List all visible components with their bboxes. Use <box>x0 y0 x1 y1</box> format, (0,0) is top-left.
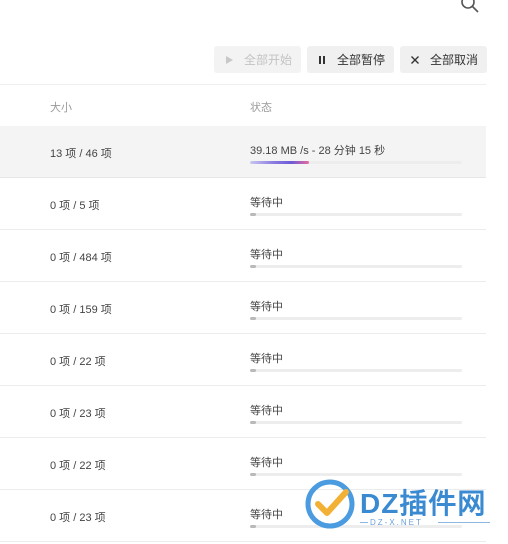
progress-bar <box>250 161 462 164</box>
progress-fill <box>250 317 257 320</box>
progress-fill <box>250 265 257 268</box>
progress-fill <box>250 421 257 424</box>
column-header-status[interactable]: 状态 <box>250 99 272 115</box>
status-cell: 等待中 <box>250 405 283 417</box>
status-cell: 39.18 MB /s - 28 分钟 15 秒 <box>250 145 386 157</box>
progress-bar <box>250 265 462 268</box>
pause-icon <box>315 53 329 67</box>
table-row[interactable]: 0 项 / 159 项 等待中 <box>0 282 486 334</box>
batch-toolbar: 全部开始 全部暂停 全部取消 <box>213 46 487 73</box>
size-cell: 0 项 / 22 项 <box>50 460 106 472</box>
size-cell: 0 项 / 5 项 <box>50 200 100 212</box>
watermark-logo: DZ插件网 DZ-X.NET <box>300 476 500 536</box>
table-row[interactable]: 13 项 / 46 项 39.18 MB /s - 28 分钟 15 秒 <box>0 126 486 178</box>
size-cell: 0 项 / 22 项 <box>50 356 106 368</box>
close-icon <box>408 53 422 67</box>
pause-all-button[interactable]: 全部暂停 <box>306 46 394 73</box>
cancel-all-button[interactable]: 全部取消 <box>399 46 487 73</box>
size-cell: 0 项 / 159 项 <box>50 304 112 316</box>
size-cell: 0 项 / 23 项 <box>50 512 106 524</box>
progress-fill <box>250 473 257 476</box>
watermark-subtitle: DZ-X.NET <box>370 518 423 527</box>
checkmark-logo-icon <box>305 479 355 529</box>
table-row[interactable]: 0 项 / 484 项 等待中 <box>0 230 486 282</box>
size-cell: 0 项 / 484 项 <box>50 252 112 264</box>
search-icon[interactable] <box>460 0 480 14</box>
watermark-title: DZ插件网 <box>360 488 487 519</box>
start-all-button[interactable]: 全部开始 <box>213 46 301 73</box>
progress-bar <box>250 369 462 372</box>
pause-all-label: 全部暂停 <box>336 53 385 67</box>
progress-bar <box>250 213 462 216</box>
size-cell: 13 项 / 46 项 <box>50 148 112 160</box>
progress-fill <box>250 161 310 164</box>
start-all-label: 全部开始 <box>243 53 292 67</box>
cancel-all-label: 全部取消 <box>429 53 478 67</box>
status-cell: 等待中 <box>250 353 283 365</box>
progress-fill <box>250 525 257 528</box>
status-cell: 等待中 <box>250 301 283 313</box>
progress-bar <box>250 421 462 424</box>
progress-fill <box>250 369 257 372</box>
table-row[interactable]: 0 项 / 5 项 等待中 <box>0 178 486 230</box>
status-cell: 等待中 <box>250 509 283 521</box>
play-icon <box>222 53 236 67</box>
size-cell: 0 项 / 23 项 <box>50 408 106 420</box>
status-cell: 等待中 <box>250 249 283 261</box>
progress-fill <box>250 213 257 216</box>
status-cell: 等待中 <box>250 197 283 209</box>
column-header-size[interactable]: 大小 <box>50 99 72 115</box>
table-row[interactable]: 0 项 / 23 项 等待中 <box>0 386 486 438</box>
table-header: 大小 状态 <box>0 84 486 127</box>
table-row[interactable]: 0 项 / 22 项 等待中 <box>0 334 486 386</box>
status-cell: 等待中 <box>250 457 283 469</box>
progress-bar <box>250 317 462 320</box>
